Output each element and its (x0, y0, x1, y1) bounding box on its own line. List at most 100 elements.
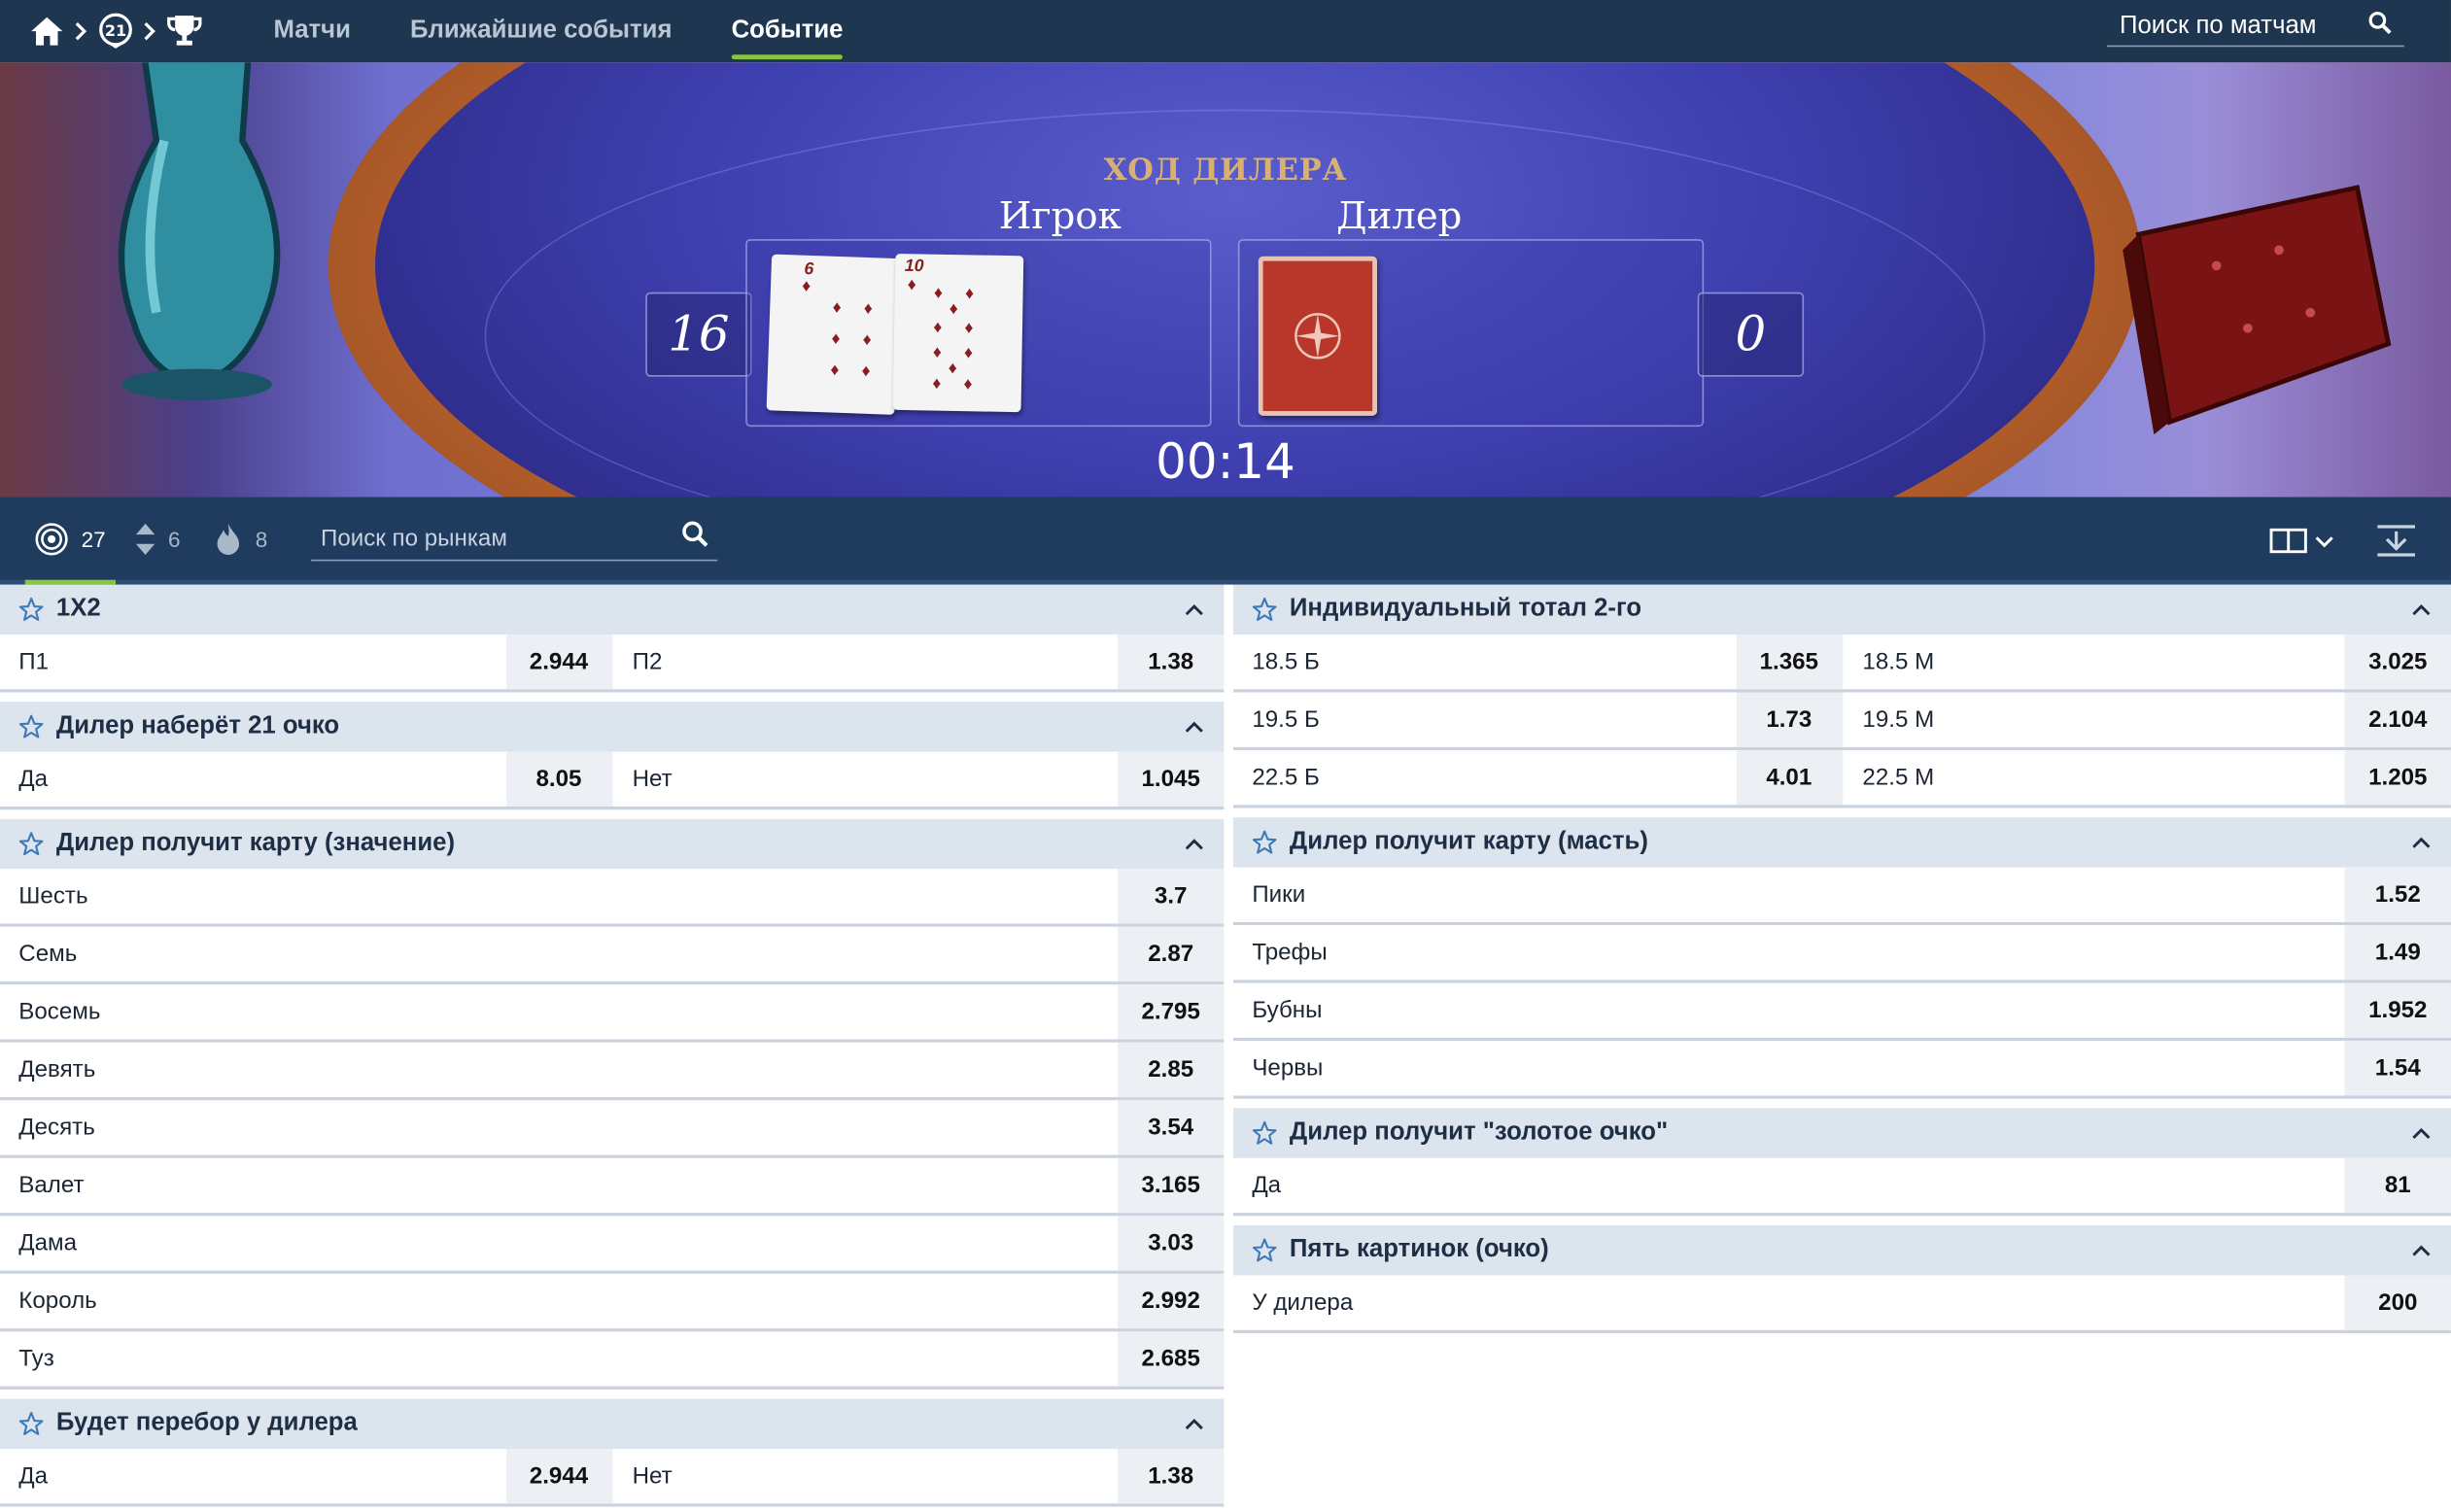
chevron-up-icon[interactable] (2410, 603, 2433, 616)
outcome[interactable]: Да 8.05 (0, 751, 612, 807)
favorite-star-icon[interactable] (1252, 1238, 1277, 1263)
market-header[interactable]: Дилер получит карту (значение) (0, 818, 1225, 870)
sorted-markets-filter[interactable]: 6 (124, 495, 190, 582)
outcome[interactable]: Валет 3.165 (0, 1157, 1225, 1214)
outcome[interactable]: У дилера 200 (1233, 1275, 2451, 1330)
odds-button[interactable]: 2.795 (1118, 984, 1225, 1040)
hot-markets-filter[interactable]: 8 (205, 495, 277, 582)
blackjack-21-icon[interactable]: 21 (97, 13, 135, 51)
collapse-all-icon[interactable] (2376, 524, 2417, 558)
outcome[interactable]: Червы 1.54 (1233, 1041, 2451, 1096)
odds-button[interactable]: 4.01 (1736, 750, 1843, 806)
chevron-up-icon[interactable] (1184, 603, 1206, 616)
dealer-label: Дилер (1336, 193, 1463, 238)
market-header[interactable]: Дилер наберёт 21 очко (0, 702, 1225, 752)
market-header[interactable]: Дилер получит карту (масть) (1233, 817, 2451, 868)
odds-button[interactable]: 81 (2344, 1157, 2451, 1214)
columns-layout-icon[interactable] (2269, 528, 2335, 554)
favorite-star-icon[interactable] (18, 597, 44, 622)
odds-button[interactable]: 2.944 (505, 635, 612, 690)
odds-button[interactable]: 1.73 (1736, 692, 1843, 747)
outcome[interactable]: Семь 2.87 (0, 926, 1225, 982)
outcome[interactable]: 19.5 М 2.104 (1842, 692, 2451, 747)
odds-button[interactable]: 3.03 (1118, 1216, 1225, 1271)
odds-button[interactable]: 1.38 (1118, 635, 1225, 690)
odds-button[interactable]: 1.045 (1118, 751, 1225, 807)
odds-button[interactable]: 200 (2344, 1275, 2451, 1330)
chevron-up-icon[interactable] (2410, 1244, 2433, 1256)
outcome[interactable]: 19.5 Б 1.73 (1233, 692, 1843, 747)
odds-button[interactable]: 1.952 (2344, 982, 2451, 1038)
outcome[interactable]: 22.5 М 1.205 (1842, 750, 2451, 806)
favorite-star-icon[interactable] (18, 832, 44, 857)
outcome[interactable]: Нет 1.045 (612, 751, 1225, 807)
odds-button[interactable]: 2.992 (1118, 1273, 1225, 1329)
odds-button[interactable]: 3.54 (1118, 1100, 1225, 1155)
search-icon[interactable] (2368, 10, 2392, 41)
outcome[interactable]: Нет 1.38 (612, 1448, 1225, 1504)
outcome[interactable]: Восемь 2.795 (0, 984, 1225, 1040)
market-row: У дилера 200 (1233, 1275, 2451, 1333)
outcome[interactable]: Король 2.992 (0, 1273, 1225, 1329)
odds-button[interactable]: 1.205 (2344, 750, 2451, 806)
market-header[interactable]: Пять картинок (очко) (1233, 1224, 2451, 1276)
tab-matches[interactable]: Матчи (244, 0, 381, 62)
favorite-star-icon[interactable] (1252, 597, 1277, 622)
market-header[interactable]: Будет перебор у дилера (0, 1398, 1225, 1449)
favorite-star-icon[interactable] (1252, 830, 1277, 855)
favorite-star-icon[interactable] (18, 1411, 44, 1436)
odds-button[interactable]: 3.7 (1118, 869, 1225, 924)
outcome[interactable]: Дама 3.03 (0, 1216, 1225, 1271)
odds-button[interactable]: 2.685 (1118, 1331, 1225, 1387)
outcome[interactable]: 22.5 Б 4.01 (1233, 750, 1843, 806)
chevron-up-icon[interactable] (1184, 720, 1206, 733)
home-icon[interactable] (28, 13, 66, 51)
all-markets-filter[interactable]: 27 (24, 495, 116, 584)
outcome[interactable]: 18.5 М 3.025 (1842, 635, 2451, 690)
outcome[interactable]: Да 2.944 (0, 1448, 612, 1504)
odds-button[interactable]: 3.025 (2344, 635, 2451, 690)
search-icon[interactable] (682, 521, 708, 555)
player-score: 16 (645, 292, 752, 377)
odds-button[interactable]: 1.365 (1736, 635, 1843, 690)
outcome[interactable]: Бубны 1.952 (1233, 982, 2451, 1038)
tab-upcoming-events[interactable]: Ближайшие события (380, 0, 702, 62)
chevron-up-icon[interactable] (1184, 838, 1206, 850)
outcome[interactable]: Да 81 (1233, 1157, 2451, 1214)
market-block: Будет перебор у дилера Да 2.944 Нет 1.38 (0, 1398, 1225, 1507)
outcome[interactable]: Туз 2.685 (0, 1331, 1225, 1387)
outcome[interactable]: 18.5 Б 1.365 (1233, 635, 1843, 690)
market-search-input[interactable] (320, 524, 649, 551)
odds-button[interactable]: 8.05 (505, 751, 612, 807)
outcome[interactable]: Пики 1.52 (1233, 867, 2451, 922)
outcome[interactable]: Шесть 3.7 (0, 869, 1225, 924)
outcome[interactable]: П1 2.944 (0, 635, 612, 690)
outcome[interactable]: Девять 2.85 (0, 1042, 1225, 1098)
odds-button[interactable]: 1.49 (2344, 925, 2451, 980)
odds-button[interactable]: 1.54 (2344, 1041, 2451, 1096)
odds-button[interactable]: 2.87 (1118, 926, 1225, 982)
chevron-up-icon[interactable] (1184, 1418, 1206, 1430)
odds-button[interactable]: 2.944 (505, 1448, 612, 1504)
outcome[interactable]: П2 1.38 (612, 635, 1225, 690)
tab-event[interactable]: Событие (702, 0, 873, 62)
outcome[interactable]: Трефы 1.49 (1233, 925, 2451, 980)
odds-button[interactable]: 2.85 (1118, 1042, 1225, 1098)
odds-button[interactable]: 2.104 (2344, 692, 2451, 747)
outcome-label: Король (18, 1288, 97, 1315)
odds-button[interactable]: 1.38 (1118, 1448, 1225, 1504)
favorite-star-icon[interactable] (1252, 1120, 1277, 1146)
market-header[interactable]: 1X2 (0, 584, 1225, 636)
market-header[interactable]: Дилер получит "золотое очко" (1233, 1108, 2451, 1158)
outcome-label: Десять (18, 1114, 95, 1142)
chevron-up-icon[interactable] (2410, 1127, 2433, 1140)
odds-button[interactable]: 3.165 (1118, 1157, 1225, 1214)
chevron-up-icon[interactable] (2410, 836, 2433, 848)
market-block: Дилер получит "золотое очко" Да 81 (1233, 1108, 2451, 1217)
favorite-star-icon[interactable] (18, 714, 44, 739)
trophy-icon[interactable] (165, 13, 203, 51)
outcome[interactable]: Десять 3.54 (0, 1100, 1225, 1155)
match-search-input[interactable] (2119, 12, 2355, 41)
odds-button[interactable]: 1.52 (2344, 867, 2451, 922)
market-header[interactable]: Индивидуальный тотал 2-го (1233, 584, 2451, 636)
